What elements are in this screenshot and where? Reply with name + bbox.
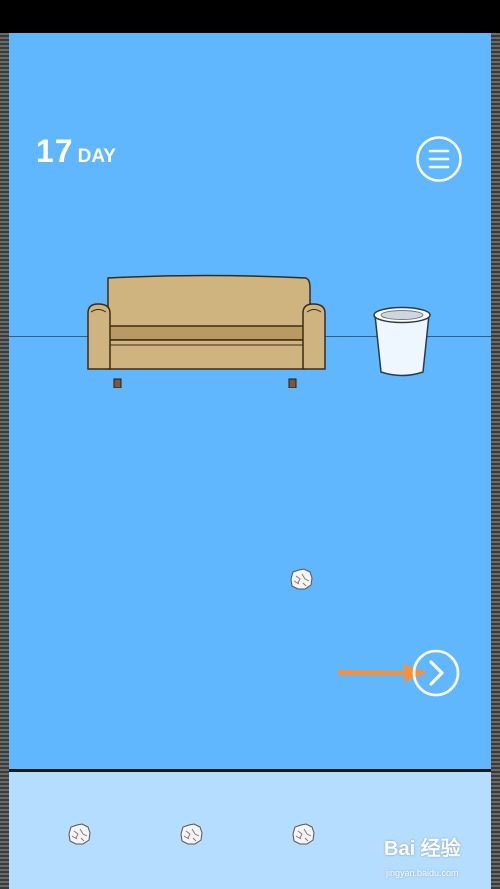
right-border [491, 33, 500, 889]
chevron-right-circle-icon [412, 649, 460, 697]
baidu-jingyan-watermark: Bai 经验 jingyan.baidu.com [384, 832, 494, 884]
sofa[interactable] [86, 273, 329, 388]
day-label: DAY [77, 146, 116, 167]
menu-button[interactable] [416, 136, 462, 182]
day-number: 17 [36, 133, 74, 169]
hamburger-menu-icon [416, 136, 462, 182]
day-counter: 17 DAY [36, 133, 116, 170]
next-scene-button[interactable] [412, 649, 460, 697]
inventory-item-paper-ball-1[interactable] [66, 822, 92, 846]
watermark-url: jingyan.baidu.com [386, 868, 459, 878]
left-border [0, 33, 9, 889]
watermark-logo: Bai 经验 [384, 838, 461, 860]
inventory-item-paper-ball-2[interactable] [178, 822, 204, 846]
status-bar [0, 0, 500, 33]
game-scene: 17 DAY [9, 33, 491, 769]
trash-can[interactable] [371, 305, 433, 379]
inventory-item-paper-ball-3[interactable] [290, 822, 316, 846]
crumpled-paper-ball-icon[interactable] [288, 567, 314, 591]
